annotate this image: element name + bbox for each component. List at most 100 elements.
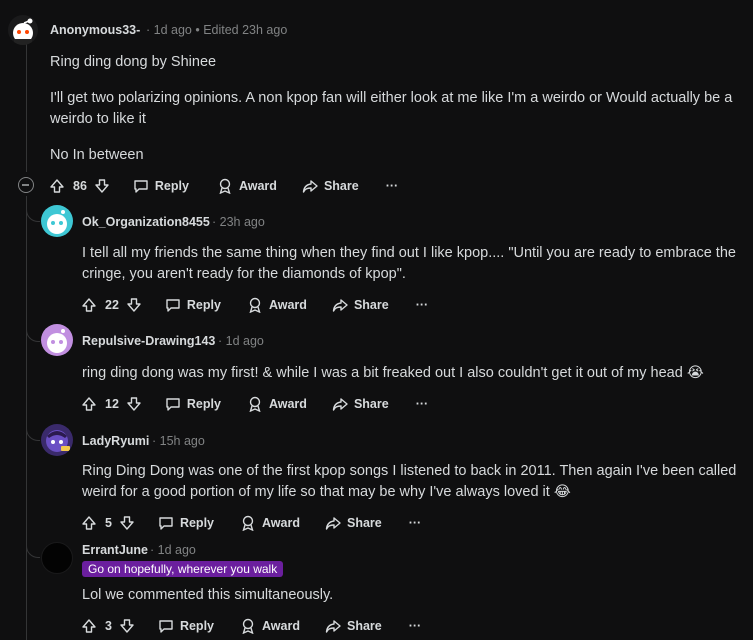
thread-connector <box>26 196 40 222</box>
upvote-icon[interactable] <box>80 617 98 635</box>
share-icon <box>332 398 348 411</box>
share-label: Share <box>323 179 359 193</box>
comment-paragraph: No In between <box>50 147 144 163</box>
downvote-icon[interactable] <box>118 514 136 532</box>
reply-label: Reply <box>186 298 221 312</box>
comment-paragraph: Ring Ding Dong was one of the first kpop… <box>82 463 737 500</box>
vote-count: 3 <box>105 619 112 633</box>
award-button[interactable]: Award <box>247 396 307 412</box>
comment-actions: 5 Reply Award Share ··· <box>80 512 421 534</box>
award-button[interactable]: Award <box>247 297 307 313</box>
reply-button[interactable]: Reply <box>165 297 221 313</box>
comment-body: I tell all my friends the same thing whe… <box>82 243 742 285</box>
comment-meta: · 15h ago <box>152 434 205 448</box>
downvote-icon[interactable] <box>125 296 143 314</box>
award-icon <box>219 178 231 194</box>
share-label: Share <box>353 298 389 312</box>
reply-label: Reply <box>186 397 221 411</box>
share-button[interactable]: Share <box>332 396 389 412</box>
username[interactable]: Anonymous33- <box>50 23 140 37</box>
more-options-button[interactable]: ··· <box>416 397 429 411</box>
comment-actions: 86 Reply Award Share ··· <box>48 175 398 197</box>
comment-paragraph: ring ding dong was my first! & while I w… <box>82 365 704 381</box>
collapse-button[interactable] <box>18 177 34 193</box>
reply-button[interactable]: Reply <box>158 618 214 634</box>
vote-count: 5 <box>105 516 112 530</box>
reply-icon <box>166 299 180 312</box>
more-options-button[interactable]: ··· <box>409 619 422 633</box>
award-label: Award <box>268 397 307 411</box>
comment-meta: · 1d ago <box>218 334 264 348</box>
award-button[interactable]: Award <box>240 515 300 531</box>
award-button[interactable]: Award <box>240 618 300 634</box>
thread-connector <box>26 415 40 441</box>
comment-actions: 3 Reply Award Share ··· <box>80 615 421 637</box>
comment-actions: 12 Reply Award Share ··· <box>80 393 428 415</box>
more-options-button[interactable]: ··· <box>416 298 429 312</box>
award-label: Award <box>268 298 307 312</box>
comment-actions: 22 Reply Award Share ··· <box>80 294 428 316</box>
avatar[interactable] <box>41 324 73 356</box>
avatar[interactable] <box>8 15 38 45</box>
vote-count: 12 <box>105 397 119 411</box>
comment-body: Lol we commented this simultaneously. <box>82 585 742 606</box>
comment-paragraph: Lol we commented this simultaneously. <box>82 587 334 603</box>
award-icon <box>242 618 254 634</box>
downvote-icon[interactable] <box>118 617 136 635</box>
upvote-icon[interactable] <box>80 395 98 413</box>
reply-label: Reply <box>179 516 214 530</box>
username[interactable]: Repulsive-Drawing143 <box>82 334 215 348</box>
reply-icon <box>134 180 148 193</box>
reply-icon <box>159 620 173 633</box>
avatar[interactable] <box>41 424 73 456</box>
avatar[interactable] <box>41 542 73 574</box>
share-button[interactable]: Share <box>325 618 382 634</box>
thread-connector <box>26 534 40 558</box>
share-icon <box>332 299 348 312</box>
comment-paragraph: I tell all my friends the same thing whe… <box>82 245 736 282</box>
share-button[interactable]: Share <box>302 178 359 194</box>
thread-line-main[interactable] <box>26 44 27 172</box>
downvote-icon[interactable] <box>125 395 143 413</box>
reply-icon <box>166 398 180 411</box>
comment-paragraph: I'll get two polarizing opinions. A non … <box>50 90 733 127</box>
upvote-icon[interactable] <box>48 177 66 195</box>
upvote-icon[interactable] <box>80 296 98 314</box>
minus-icon <box>22 184 29 186</box>
downvote-icon[interactable] <box>93 177 111 195</box>
award-label: Award <box>262 619 300 633</box>
reply-button[interactable]: Reply <box>133 178 189 194</box>
award-icon <box>249 297 261 313</box>
comment-meta: · 1d ago • Edited 23h ago <box>146 23 288 37</box>
comment-body: ring ding dong was my first! & while I w… <box>82 363 742 384</box>
comment-paragraph: Ring ding dong by Shinee <box>50 54 217 70</box>
share-label: Share <box>346 619 382 633</box>
award-icon <box>249 396 261 412</box>
comment-body: Ring Ding Dong was one of the first kpop… <box>82 461 742 503</box>
username[interactable]: LadyRyumi <box>82 434 149 448</box>
share-button[interactable]: Share <box>332 297 389 313</box>
upvote-icon[interactable] <box>80 514 98 532</box>
username[interactable]: ErrantJune <box>82 543 148 557</box>
award-icon <box>242 515 254 531</box>
share-icon <box>325 517 341 530</box>
user-flair: Go on hopefully, wherever you walk <box>82 561 284 577</box>
vote-count: 22 <box>105 298 119 312</box>
comment-body: Ring ding dong by Shinee I'll get two po… <box>50 52 740 166</box>
share-label: Share <box>346 516 382 530</box>
reply-button[interactable]: Reply <box>165 396 221 412</box>
award-label: Award <box>238 179 277 193</box>
avatar[interactable] <box>41 205 73 237</box>
award-label: Award <box>262 516 300 530</box>
vote-count: 86 <box>73 179 87 193</box>
award-button[interactable]: Award <box>217 178 277 194</box>
more-options-button[interactable]: ··· <box>409 516 422 530</box>
reply-icon <box>159 517 173 530</box>
share-button[interactable]: Share <box>325 515 382 531</box>
reply-label: Reply <box>154 179 189 193</box>
comment-meta: · 23h ago <box>212 215 265 229</box>
more-options-button[interactable]: ··· <box>386 179 399 193</box>
username[interactable]: Ok_Organization8455 <box>82 215 210 229</box>
reply-button[interactable]: Reply <box>158 515 214 531</box>
comment-meta: · 1d ago <box>150 543 196 557</box>
